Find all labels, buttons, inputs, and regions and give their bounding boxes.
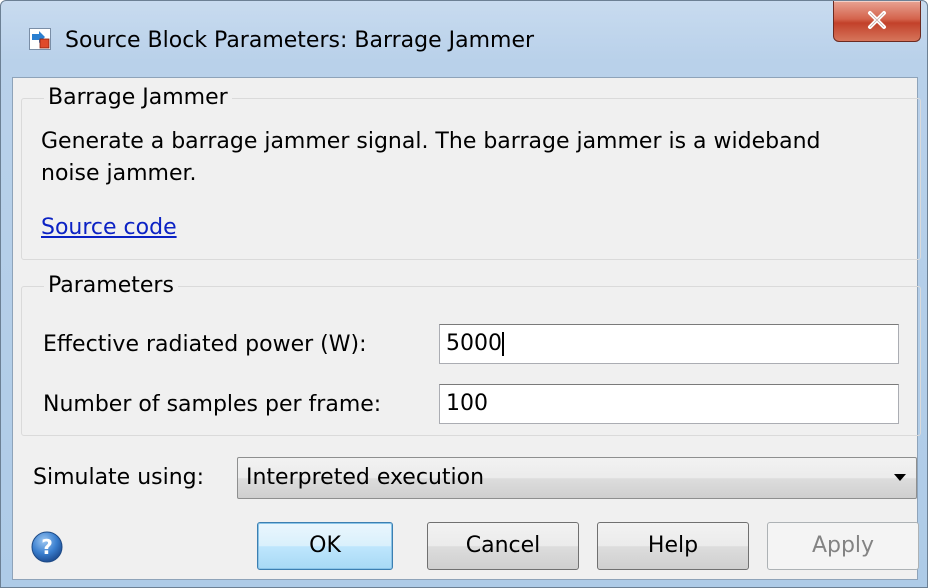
erp-label: Effective radiated power (W): (43, 332, 367, 357)
source-code-link[interactable]: Source code (41, 214, 177, 242)
text-caret (502, 332, 504, 356)
close-button[interactable] (833, 1, 921, 42)
samples-per-frame-input[interactable]: 100 (439, 384, 899, 424)
samples-per-frame-value: 100 (446, 391, 488, 416)
dialog-content: Barrage Jammer Generate a barrage jammer… (12, 77, 921, 580)
window-title: Source Block Parameters: Barrage Jammer (65, 28, 535, 53)
block-description: Generate a barrage jammer signal. The ba… (41, 129, 821, 186)
erp-input[interactable]: 5000 (439, 324, 899, 364)
simulink-block-icon (29, 28, 51, 50)
simulate-using-value: Interpreted execution (246, 465, 485, 490)
erp-value: 5000 (446, 331, 502, 356)
simulate-using-label: Simulate using: (33, 465, 205, 490)
description-group-title: Barrage Jammer (48, 85, 228, 110)
simulate-using-dropdown[interactable]: Interpreted execution (237, 457, 917, 499)
help-button[interactable]: Help (597, 522, 749, 570)
parameters-group-title: Parameters (48, 273, 174, 298)
help-question-icon[interactable]: ? (31, 531, 63, 563)
chevron-down-icon (894, 474, 906, 481)
cancel-button[interactable]: Cancel (427, 522, 579, 570)
svg-text:?: ? (41, 535, 53, 559)
close-icon (868, 11, 886, 29)
apply-button[interactable]: Apply (767, 522, 919, 570)
dialog-window: Source Block Parameters: Barrage Jammer … (0, 0, 928, 588)
ok-button[interactable]: OK (257, 522, 393, 570)
title-bar[interactable]: Source Block Parameters: Barrage Jammer (1, 1, 927, 77)
samples-per-frame-label: Number of samples per frame: (43, 392, 382, 417)
